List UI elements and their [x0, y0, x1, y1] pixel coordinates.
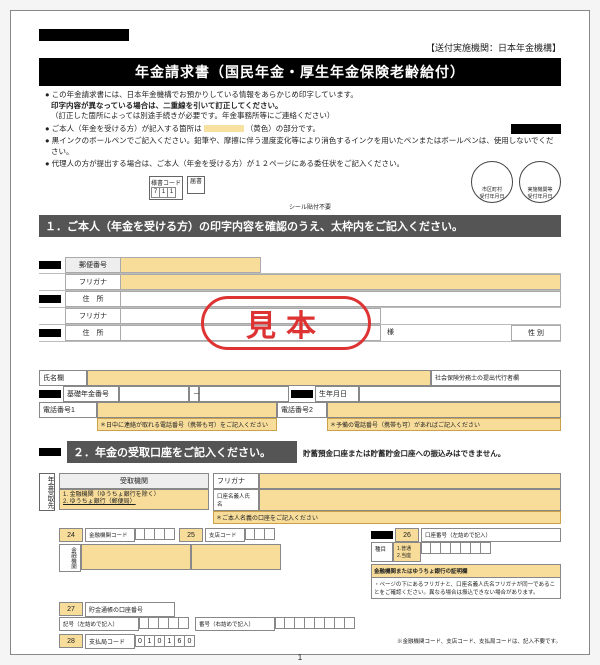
foot-note: ※金融機関コード、支店コード、支払局コードは、記入不要です。 [397, 637, 561, 645]
stamp-square: 届書 [187, 176, 205, 194]
code-d3: 1 [168, 187, 176, 197]
header-org: 【送付実施機関：日本年金機構】 [39, 41, 561, 54]
kinyu-lab: 金融機関 [59, 544, 81, 572]
shiten-lab: 支店コード [205, 528, 245, 542]
bank-furi-lab: フリガナ [213, 473, 259, 489]
code-d1: 7 [152, 187, 160, 197]
bank-meigi[interactable] [259, 489, 561, 511]
lab-shimei: 氏名欄 [39, 370, 87, 386]
bullet-3: （訂正した箇所によっては別途手続きが必要です。年金事務所等にご連絡ください） [51, 111, 334, 120]
field-kiso2[interactable] [199, 386, 289, 402]
recv-inst-lab: 受取機関 [59, 473, 209, 489]
lab-sex: 性 別 [511, 325, 561, 341]
redact-right [511, 124, 561, 134]
code-lab: 金融機関コード [85, 528, 135, 542]
field-tel1[interactable] [97, 402, 277, 418]
code-box: 様書コード 7 1 1 [149, 176, 183, 200]
shumoku-opts[interactable]: 1.普通 2.当座 [393, 542, 421, 562]
lab-furigana2: フリガナ [65, 308, 121, 324]
section-1-bar: １．ご本人（年金を受ける方）の印字内容を確認のうえ、太枠内をご記入ください。 [39, 215, 561, 237]
seal-2: 実施機関等受付年月日 [519, 161, 561, 203]
redact-tag-1 [39, 261, 61, 269]
redact-top [39, 29, 129, 41]
hint-tel1: ＊日中に連絡が取れる電話番号（携帯も可）をご記入ください [97, 418, 277, 431]
lab-ymd: 生年月日 [315, 386, 359, 402]
yt-tag-3: 26 [395, 528, 419, 542]
yt-tag-4: 27 [59, 602, 83, 616]
redact-tag-3 [39, 329, 61, 337]
hint-tel2: ＊予備の電話番号（携帯も可）があればご記入ください [327, 418, 561, 431]
seal-1: 市区町村受付年月日 [471, 161, 513, 203]
field-furigana[interactable] [121, 274, 561, 290]
cert-body: ・ページの下にあるフリガナと、口座名義人氏名フリガナが同一であることをご確認くだ… [371, 578, 561, 599]
shiharai-digits: 0 1 0 1 6 0 [135, 635, 195, 647]
field-postal[interactable] [121, 257, 261, 273]
shiharai-lab: 支払局コード [85, 634, 135, 649]
seal-circles: 市区町村受付年月日 実施機関等受付年月日 [471, 161, 561, 203]
page-number: 1 [39, 653, 561, 662]
shiten-digits[interactable] [245, 528, 275, 542]
field-kiso1[interactable] [119, 386, 189, 402]
lab-tel1: 電話番号1 [39, 402, 97, 418]
sama-label: 様 [381, 325, 400, 341]
lab-tel2: 電話番号2 [277, 402, 327, 418]
field-ymd[interactable] [359, 386, 561, 402]
redact-tag-2 [39, 295, 61, 303]
field-tel2[interactable] [327, 402, 561, 418]
bank-code-digits[interactable] [135, 528, 175, 542]
bank-meigi-lab: 口座名義人氏 名 [213, 489, 259, 511]
section-2-note: 貯蓄預金口座または貯蓄貯金口座への振込みはできません。 [303, 448, 505, 459]
lab-furigana: フリガナ [65, 274, 121, 290]
redact-tag-4 [39, 390, 61, 398]
side-label: 年金受取先 [39, 473, 55, 512]
yt-tag-5: 28 [59, 634, 83, 648]
lab-dash: － [189, 386, 199, 402]
acct-digits[interactable] [421, 542, 561, 562]
title-bar: 年金請求書（国民年金・厚生年金保険老齢給付） [39, 58, 561, 86]
lab-address: 住 所 [65, 291, 121, 307]
bangou-lab: 番号（右詰めで記入） [195, 617, 275, 631]
lab-address2: 住 所 [65, 325, 121, 341]
cert-box: 金融機関またはゆうちょ銀行の証明欄 [371, 564, 561, 578]
redact-tag-7 [371, 531, 393, 539]
bank-section: 年金受取先 受取機関 1. 金融機関（ゆうちょ銀行を除く） 2. ゆうちょ銀行（… [39, 473, 561, 649]
shiten-name[interactable] [191, 544, 281, 570]
recv-opts[interactable]: 1. 金融機関（ゆうちょ銀行を除く） 2. ゆうちょ銀行（郵便局） [59, 489, 209, 511]
lab-postal: 郵便番号 [65, 257, 121, 273]
sample-stamp: 見本 [201, 296, 371, 350]
kigou-dig[interactable] [139, 617, 189, 631]
lab-kiso: 基礎年金番号 [63, 386, 119, 402]
lab-daisho: 社会保険労務士の提出代行者欄 [431, 370, 561, 386]
redact-tag-6 [39, 448, 61, 456]
bangou-dig[interactable] [275, 617, 355, 631]
bank-hint: ＊ご本人名義の口座をご記入ください [213, 511, 561, 524]
bullet-4: ● ご本人（年金を受ける方）が記入する箇所は （黄色）の部分です。 [45, 124, 561, 135]
acct-lab: 口座番号（左詰めで記入） [421, 528, 561, 542]
redact-tag-5 [291, 390, 313, 398]
table-personal: 氏名欄 社会保険労務士の提出代行者欄 基礎年金番号 － 生年月日 電話番号1 電… [39, 370, 561, 431]
bullet-5: ● 黒インクのボールペンでご記入ください。鉛筆や、摩擦に伴う温度変化等により消色… [45, 136, 561, 157]
instruction-bullets: ● この年金請求書には、日本年金機構でお預かりしている情報をあらかじめ印字してい… [45, 90, 561, 170]
yt-tag-1: 24 [59, 528, 83, 542]
shumoku-lab: 種目 [371, 542, 393, 562]
code-d2: 1 [160, 187, 168, 197]
yellow-sample [204, 125, 244, 132]
kinyu-name[interactable] [81, 544, 191, 570]
kigou-lab: 記号（左詰めで記入） [59, 617, 139, 631]
bullet-2: 印字内容が異なっている場合は、二重線を引いて訂正してください。 [51, 101, 282, 110]
document-page: 【送付実施機関：日本年金機構】 年金請求書（国民年金・厚生年金保険老齢給付） ●… [10, 10, 590, 655]
section-2-bar: ２．年金の受取口座をご記入ください。 [67, 441, 297, 463]
bank-furi[interactable] [259, 473, 561, 489]
bullet-1: ● この年金請求書には、日本年金機構でお預かりしている情報をあらかじめ印字してい… [45, 90, 561, 122]
yt-tag-2: 25 [179, 528, 203, 542]
yucho-lab: 貯金通帳の口座番号 [85, 602, 175, 617]
field-shimei[interactable] [87, 370, 431, 386]
